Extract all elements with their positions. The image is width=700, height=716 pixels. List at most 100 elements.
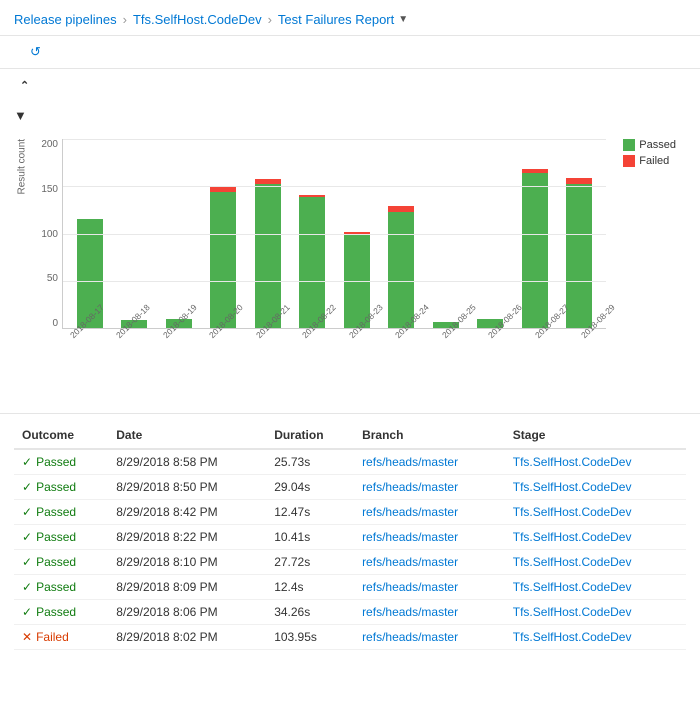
gridline-100 — [63, 234, 606, 235]
results-table: Outcome Date Duration Branch Stage ✓ Pas… — [14, 422, 686, 650]
summary-toggle[interactable]: ⌃ — [14, 79, 686, 92]
back-button[interactable]: ↺ — [30, 44, 45, 60]
results-table-section: Outcome Date Duration Branch Stage ✓ Pas… — [0, 422, 700, 650]
stage-cell: Tfs.SelfHost.CodeDev — [505, 575, 686, 600]
passed-color-box — [623, 139, 635, 151]
gridline-200 — [63, 139, 606, 140]
y-label-50: 50 — [26, 273, 58, 284]
chart-plot — [62, 139, 606, 329]
back-icon: ↺ — [30, 44, 41, 60]
table-row: ✕ Failed 8/29/2018 8:02 PM 103.95s refs/… — [14, 625, 686, 650]
check-icon: ✓ — [22, 505, 32, 519]
header: Release pipelines › Tfs.SelfHost.CodeDev… — [0, 0, 700, 69]
check-icon: ✓ — [22, 555, 32, 569]
bar-passed-2018-08-29[interactable] — [566, 184, 592, 328]
legend-failed-label: Failed — [639, 155, 669, 167]
date-cell: 8/29/2018 8:50 PM — [108, 475, 266, 500]
stage-cell: Tfs.SelfHost.CodeDev — [505, 600, 686, 625]
chevron-down-icon: ▼ — [398, 14, 408, 25]
outcome-cell: ✓ Passed — [14, 475, 108, 500]
x-axis-labels: 2018-08-172018-08-182018-08-192018-08-20… — [62, 333, 606, 373]
branch-cell: refs/heads/master — [354, 449, 505, 475]
check-icon: ✓ — [22, 455, 32, 469]
outcome-cell: ✓ Passed — [14, 449, 108, 475]
table-row: ✓ Passed 8/29/2018 8:50 PM 29.04s refs/h… — [14, 475, 686, 500]
y-label-0: 0 — [26, 318, 58, 329]
outcome-cell: ✕ Failed — [14, 625, 108, 650]
result-count-chevron: ▼ — [14, 108, 27, 123]
outcome-cell: ✓ Passed — [14, 550, 108, 575]
date-cell: 8/29/2018 8:06 PM — [108, 600, 266, 625]
y-label-150: 150 — [26, 184, 58, 195]
table-body: ✓ Passed 8/29/2018 8:58 PM 25.73s refs/h… — [14, 449, 686, 650]
stage-cell: Tfs.SelfHost.CodeDev — [505, 525, 686, 550]
bar-passed-2018-08-24[interactable] — [388, 212, 414, 328]
table-row: ✓ Passed 8/29/2018 8:06 PM 34.26s refs/h… — [14, 600, 686, 625]
branch-cell: refs/heads/master — [354, 625, 505, 650]
breadcrumb-selfhost[interactable]: Tfs.SelfHost.CodeDev — [133, 12, 262, 27]
chart-legend: Passed Failed — [623, 139, 676, 167]
branch-cell: refs/heads/master — [354, 550, 505, 575]
legend-passed-label: Passed — [639, 139, 676, 151]
duration-cell: 12.4s — [266, 575, 354, 600]
outcome-label: Failed — [36, 630, 69, 644]
stage-cell: Tfs.SelfHost.CodeDev — [505, 550, 686, 575]
stage-cell: Tfs.SelfHost.CodeDev — [505, 500, 686, 525]
outcome-label: Passed — [36, 530, 76, 544]
branch-cell: refs/heads/master — [354, 600, 505, 625]
col-outcome: Outcome — [14, 422, 108, 449]
y-axis-labels: 200 150 100 50 0 — [26, 139, 58, 329]
col-branch: Branch — [354, 422, 505, 449]
outcome-label: Passed — [36, 555, 76, 569]
date-cell: 8/29/2018 8:22 PM — [108, 525, 266, 550]
duration-cell: 34.26s — [266, 600, 354, 625]
table-header-row: Outcome Date Duration Branch Stage — [14, 422, 686, 449]
breadcrumb-sep-1: › — [123, 12, 127, 27]
date-cell: 8/29/2018 8:09 PM — [108, 575, 266, 600]
stage-cell: Tfs.SelfHost.CodeDev — [505, 475, 686, 500]
date-cell: 8/29/2018 8:10 PM — [108, 550, 266, 575]
bar-passed-2018-08-21[interactable] — [255, 184, 281, 328]
gridline-150 — [63, 186, 606, 187]
date-cell: 8/29/2018 8:02 PM — [108, 625, 266, 650]
col-date: Date — [108, 422, 266, 449]
table-row: ✓ Passed 8/29/2018 8:58 PM 25.73s refs/h… — [14, 449, 686, 475]
gridline-50 — [63, 281, 606, 282]
branch-cell: refs/heads/master — [354, 475, 505, 500]
bar-passed-2018-08-22[interactable] — [299, 197, 325, 328]
table-row: ✓ Passed 8/29/2018 8:10 PM 27.72s refs/h… — [14, 550, 686, 575]
branch-cell: refs/heads/master — [354, 500, 505, 525]
outcome-cell: ✓ Passed — [14, 525, 108, 550]
outcome-label: Passed — [36, 455, 76, 469]
outcome-cell: ✓ Passed — [14, 500, 108, 525]
outcome-cell: ✓ Passed — [14, 575, 108, 600]
outcome-label: Passed — [36, 580, 76, 594]
stage-cell: Tfs.SelfHost.CodeDev — [505, 625, 686, 650]
chart-table-divider — [0, 413, 700, 414]
branch-cell: refs/heads/master — [354, 525, 505, 550]
duration-cell: 10.41s — [266, 525, 354, 550]
outcome-label: Passed — [36, 480, 76, 494]
duration-cell: 29.04s — [266, 475, 354, 500]
table-row: ✓ Passed 8/29/2018 8:42 PM 12.47s refs/h… — [14, 500, 686, 525]
failed-color-box — [623, 155, 635, 167]
stage-cell: Tfs.SelfHost.CodeDev — [505, 449, 686, 475]
duration-cell: 103.95s — [266, 625, 354, 650]
duration-cell: 12.47s — [266, 500, 354, 525]
branch-cell: refs/heads/master — [354, 575, 505, 600]
y-label-100: 100 — [26, 229, 58, 240]
date-cell: 8/29/2018 8:58 PM — [108, 449, 266, 475]
outcome-label: Passed — [36, 605, 76, 619]
bar-passed-2018-08-27[interactable] — [522, 173, 548, 328]
result-count-title[interactable]: ▼ — [14, 108, 686, 131]
outcome-cell: ✓ Passed — [14, 600, 108, 625]
legend-failed: Failed — [623, 155, 676, 167]
table-row: ✓ Passed 8/29/2018 8:22 PM 10.41s refs/h… — [14, 525, 686, 550]
duration-cell: 27.72s — [266, 550, 354, 575]
breadcrumb-current[interactable]: Test Failures Report — [278, 12, 394, 27]
check-icon: ✓ — [22, 480, 32, 494]
breadcrumb-release-pipelines[interactable]: Release pipelines — [14, 12, 117, 27]
col-stage: Stage — [505, 422, 686, 449]
duration-cell: 25.73s — [266, 449, 354, 475]
breadcrumb-sep-2: › — [268, 12, 272, 27]
